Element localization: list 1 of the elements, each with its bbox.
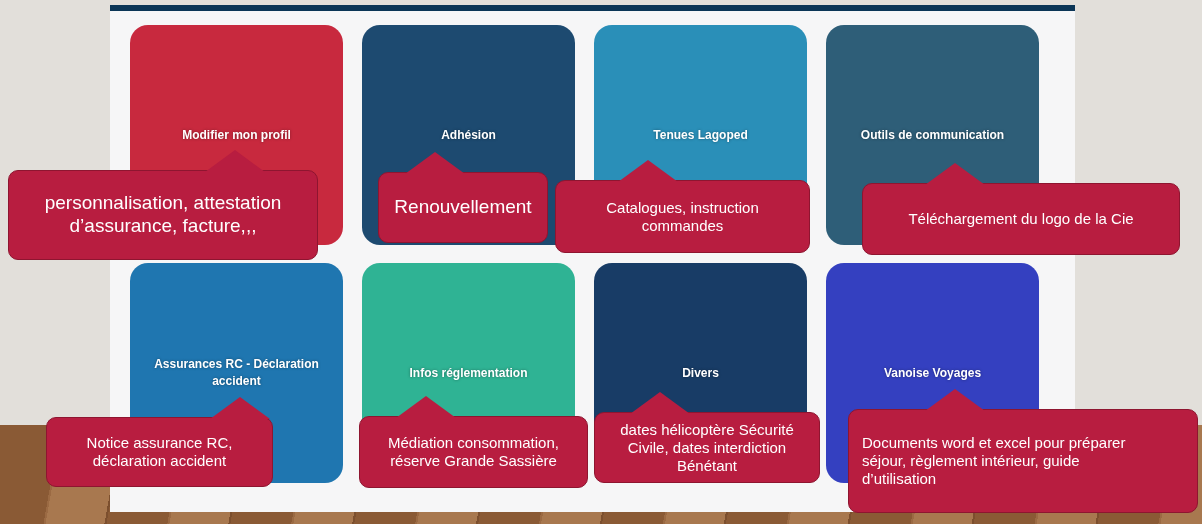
callout-tooltip: Renouvellement bbox=[378, 152, 548, 243]
